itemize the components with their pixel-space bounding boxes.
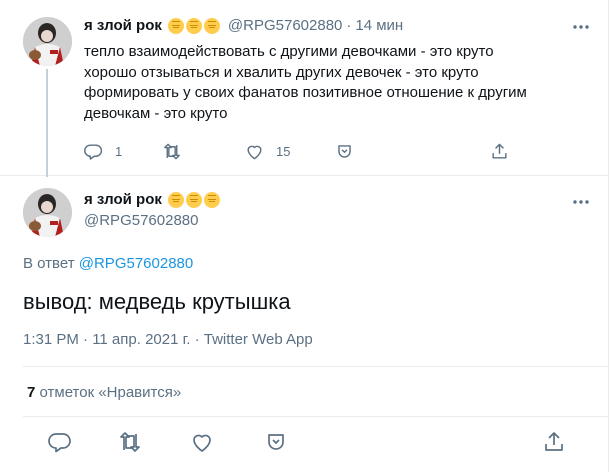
- heart-icon: [247, 145, 262, 159]
- tweet-thread: я злой рок @RPG57602880 · 14 мин тепло в…: [0, 0, 609, 472]
- divider: [23, 416, 609, 417]
- user-handle[interactable]: @RPG57602880: [228, 17, 342, 34]
- retweet-icon: [120, 432, 140, 452]
- display-name[interactable]: я злой рок: [84, 191, 162, 208]
- reply-button[interactable]: [48, 430, 72, 454]
- tweet-actions: [0, 430, 609, 456]
- reply-icon: [48, 433, 71, 453]
- replying-to: В ответ @RPG57602880: [23, 255, 193, 272]
- likes-stat[interactable]: 7 отметок «Нравится»: [27, 384, 181, 401]
- retweet-button[interactable]: [162, 140, 194, 162]
- share-button[interactable]: [490, 140, 509, 162]
- raised-fist-emoji-icon: [185, 17, 202, 34]
- likes-label: отметок «Нравится»: [35, 384, 182, 401]
- thanks-icon: [268, 434, 284, 450]
- replying-to-label: В ответ: [23, 255, 79, 272]
- tweet-timestamp[interactable]: 1:31 PM · 11 апр. 2021 г. · Twitter Web …: [23, 331, 313, 348]
- tweet-text-line: хорошо отзываться и хвалить других девоч…: [84, 63, 479, 81]
- reply-count: 1: [115, 143, 123, 159]
- tweet-text: тепло взаимодействовать с другими девочк…: [84, 42, 589, 124]
- raised-fist-emoji-icon: [203, 191, 220, 208]
- author-row: я злой рок: [84, 191, 228, 208]
- tweet-time[interactable]: 14 мин: [355, 17, 403, 34]
- tweet-text-line: девочкам - это круто: [84, 104, 228, 122]
- display-name[interactable]: я злой рок: [84, 17, 162, 34]
- tweet-text-line: тепло взаимодействовать с другими девочк…: [84, 43, 494, 60]
- heart-icon: [193, 434, 211, 452]
- raised-fist-emoji-icon: [203, 17, 220, 34]
- reply-button[interactable]: 1: [84, 140, 122, 162]
- share-icon: [492, 143, 507, 159]
- tip-button[interactable]: [335, 140, 354, 162]
- raised-fist-emoji-icon: [185, 191, 202, 208]
- retweet-button[interactable]: [118, 430, 142, 454]
- raised-fist-emoji-icon: [167, 17, 184, 34]
- share-button[interactable]: [542, 430, 566, 454]
- tweet-actions: 1 15: [84, 140, 514, 162]
- user-handle[interactable]: @RPG57602880: [84, 212, 198, 229]
- retweet-icon: [164, 143, 180, 159]
- thread-connector: [46, 69, 48, 177]
- like-button[interactable]: 15: [245, 140, 290, 162]
- raised-fist-emoji-icon: [167, 191, 184, 208]
- name-emoji-badges: [167, 17, 222, 34]
- separator: ·: [346, 17, 352, 34]
- avatar[interactable]: [23, 17, 72, 66]
- like-button[interactable]: [190, 430, 214, 454]
- reply-icon: [84, 143, 103, 160]
- tweet-text-line: формировать у своих фанатов позитивное о…: [84, 84, 527, 101]
- mention-link[interactable]: @RPG57602880: [79, 255, 193, 272]
- tweet-text: вывод: медведь крутышка: [23, 289, 291, 314]
- name-emoji-badges: [167, 191, 222, 208]
- author-row: я злой рок @RPG57602880 · 14 мин: [84, 17, 403, 34]
- avatar[interactable]: [23, 188, 72, 237]
- like-count: 15: [276, 143, 291, 159]
- more-icon[interactable]: [572, 193, 590, 211]
- tip-button[interactable]: [264, 430, 288, 454]
- parent-tweet[interactable]: я злой рок @RPG57602880 · 14 мин тепло в…: [0, 0, 609, 177]
- thanks-icon: [338, 144, 351, 158]
- divider: [23, 366, 609, 367]
- more-icon[interactable]: [572, 18, 590, 36]
- share-icon: [545, 432, 563, 451]
